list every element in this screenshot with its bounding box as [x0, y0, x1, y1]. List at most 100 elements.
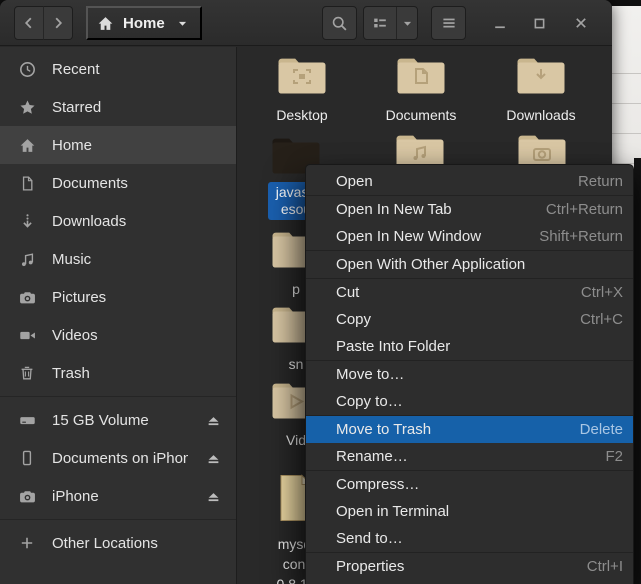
chevron-left-icon — [20, 14, 38, 32]
view-toggle-button — [363, 6, 418, 40]
menu-item-accel: Ctrl+I — [586, 558, 623, 575]
sidebar-item-label: Recent — [52, 60, 100, 78]
sidebar-devices: 15 GB Volume Documents on iPhone iPhone — [0, 401, 236, 515]
file-label: Desktop — [276, 107, 328, 123]
menu-item-accel: Ctrl+X — [580, 284, 623, 301]
menu-item-label: Open With Other Application — [336, 256, 526, 273]
app-menu-button[interactable] — [431, 6, 466, 40]
sidebar-item-starred[interactable]: Starred — [0, 88, 236, 126]
menu-item-send-to[interactable]: Send to… — [306, 525, 633, 552]
folder-item[interactable]: Downloads — [486, 53, 596, 124]
menu-item-copy[interactable]: Copy Ctrl+C — [306, 306, 633, 333]
menu-item-label: Copy to… — [336, 393, 403, 410]
menu-item-open-in-new-window[interactable]: Open In New Window Shift+Return — [306, 223, 633, 250]
home-icon — [96, 14, 114, 32]
sidebar-item-label: 15 GB Volume — [52, 411, 149, 429]
menu-item-label: Open — [336, 173, 373, 190]
menu-item-label: Move to… — [336, 366, 405, 383]
sidebar-item-recent[interactable]: Recent — [0, 50, 236, 88]
menu-item-open-with-other-application[interactable]: Open With Other Application — [306, 251, 633, 278]
sidebar-item-trash[interactable]: Trash — [0, 354, 236, 392]
forward-button[interactable] — [43, 6, 73, 40]
sidebar-item-videos[interactable]: Videos — [0, 316, 236, 354]
menu-item-rename[interactable]: Rename… F2 — [306, 443, 633, 470]
eject-icon[interactable] — [204, 487, 222, 505]
menu-item-accel: Return — [577, 173, 623, 190]
sidebar-item-label: Starred — [52, 98, 102, 116]
menu-item-accel: Shift+Return — [539, 228, 623, 245]
menu-item-cut[interactable]: Cut Ctrl+X — [306, 279, 633, 306]
folder-icon — [277, 53, 327, 100]
download-icon — [18, 212, 36, 230]
menu-item-label: Send to… — [336, 530, 403, 547]
sidebar-item-15-gb-volume[interactable]: 15 GB Volume — [0, 401, 236, 439]
music-icon — [18, 250, 36, 268]
menu-item-label: Paste Into Folder — [336, 338, 451, 355]
menu-item-move-to-trash[interactable]: Move to Trash Delete — [306, 416, 633, 443]
location-button[interactable]: Home — [86, 6, 202, 40]
view-options-dropdown[interactable] — [397, 7, 417, 39]
eject-icon[interactable] — [204, 411, 222, 429]
sidebar-item-pictures[interactable]: Pictures — [0, 278, 236, 316]
file-label: Downloads — [506, 107, 576, 123]
sidebar-item-music[interactable]: Music — [0, 240, 236, 278]
sidebar-item-label: Downloads — [52, 212, 127, 230]
drive-icon — [18, 411, 36, 429]
menu-item-properties[interactable]: Properties Ctrl+I — [306, 553, 633, 580]
camera-icon — [18, 487, 36, 505]
chevron-down-icon — [398, 14, 416, 32]
menu-item-label: Open In New Tab — [336, 201, 452, 218]
sidebar-item-label: Other Locations — [52, 534, 158, 552]
eject-icon[interactable] — [204, 449, 222, 467]
chevron-down-icon — [174, 14, 192, 32]
menu-item-open[interactable]: Open Return — [306, 168, 633, 195]
location-label: Home — [123, 14, 165, 32]
sidebar-item-label: iPhone — [52, 487, 99, 505]
sidebar-item-documents[interactable]: Documents — [0, 164, 236, 202]
star-icon — [18, 98, 36, 116]
menu-item-label: Cut — [336, 284, 360, 301]
maximize-button[interactable] — [524, 8, 554, 38]
home-icon — [18, 136, 36, 154]
menu-item-accel: F2 — [605, 448, 623, 465]
close-button[interactable] — [566, 8, 596, 38]
minimize-button[interactable] — [485, 8, 515, 38]
menu-item-accel: Delete — [579, 421, 623, 438]
chevron-right-icon — [49, 14, 67, 32]
menu-item-move-to[interactable]: Move to… — [306, 361, 633, 388]
menu-item-open-in-new-tab[interactable]: Open In New Tab Ctrl+Return — [306, 196, 633, 223]
context-menu: Open Return Open In New Tab Ctrl+Return Open… — [305, 164, 634, 584]
context-menu-shadow — [634, 158, 641, 584]
menu-item-accel: Ctrl+C — [580, 311, 623, 328]
folder-item[interactable]: Documents — [366, 53, 476, 124]
sidebar-item-iphone[interactable]: iPhone — [0, 477, 236, 515]
menu-item-open-in-terminal[interactable]: Open in Terminal — [306, 498, 633, 525]
video-icon — [18, 326, 36, 344]
menu-item-label: Rename… — [336, 448, 408, 465]
camera-icon — [18, 288, 36, 306]
file-label: p — [292, 281, 300, 297]
sidebar-item-other-locations[interactable]: Other Locations — [0, 524, 236, 562]
view-list-button[interactable] — [364, 7, 398, 39]
search-button[interactable] — [322, 6, 357, 40]
menu-item-paste-into-folder[interactable]: Paste Into Folder — [306, 333, 633, 360]
menu-item-accel: Ctrl+Return — [545, 201, 623, 218]
folder-icon — [516, 53, 566, 100]
menu-item-label: Properties — [336, 558, 405, 575]
plus-icon — [18, 534, 36, 552]
menu-item-label: Open In New Window — [336, 228, 482, 245]
back-button[interactable] — [14, 6, 44, 40]
minimize-icon — [491, 14, 509, 32]
menu-item-compress[interactable]: Compress… — [306, 471, 633, 498]
file-label: sn — [288, 356, 304, 372]
trash-icon — [18, 364, 36, 382]
folder-item[interactable]: Desktop — [247, 53, 357, 124]
sidebar-item-downloads[interactable]: Downloads — [0, 202, 236, 240]
screen: Home Recent Starred Home Documents Downloads… — [0, 0, 641, 584]
menu-item-copy-to[interactable]: Copy to… — [306, 388, 633, 415]
search-icon — [331, 14, 349, 32]
sidebar-item-label: Music — [52, 250, 92, 268]
sidebar-item-home[interactable]: Home — [0, 126, 236, 164]
sidebar-item-documents-on-iphone[interactable]: Documents on iPhone — [0, 439, 236, 477]
headerbar: Home — [0, 0, 612, 46]
